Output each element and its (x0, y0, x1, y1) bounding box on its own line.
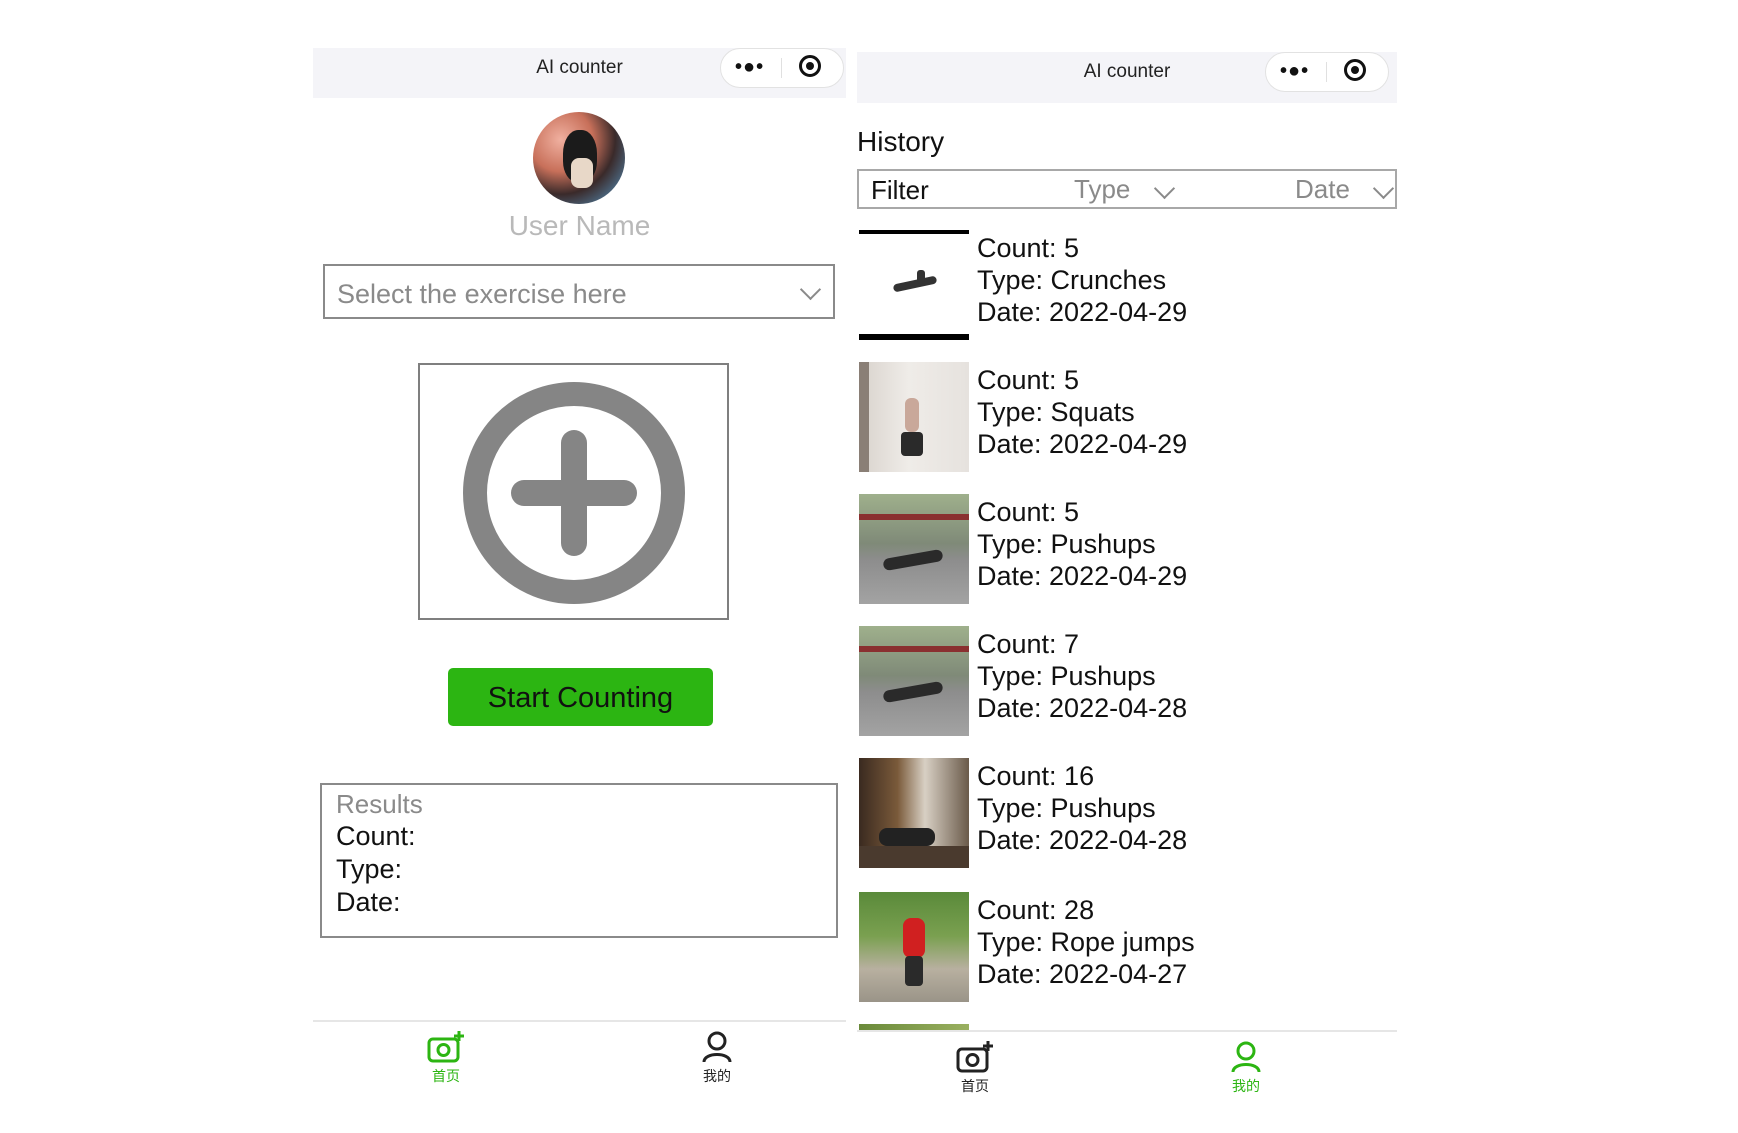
history-count: Count: 7 (977, 629, 1080, 659)
video-thumbnail[interactable] (859, 230, 969, 340)
user-icon (1231, 1041, 1261, 1073)
user-name: User Name (508, 210, 651, 241)
history-type: Type: Pushups (977, 661, 1156, 691)
video-thumbnail[interactable] (859, 758, 969, 868)
video-thumbnail[interactable] (859, 494, 969, 604)
mini-program-capsule: •●• (1265, 52, 1389, 92)
history-type: Type: Pushups (977, 793, 1156, 823)
avatar[interactable] (533, 112, 625, 204)
more-dots-icon[interactable]: •●• (1280, 61, 1309, 81)
nav-bar: AI counter •●• (313, 48, 846, 98)
video-thumbnail[interactable] (859, 892, 969, 1002)
nav-bar: AI counter •●• (857, 52, 1397, 103)
filter-type-dropdown[interactable]: Type (1074, 174, 1130, 205)
history-date: Date: 2022-04-29 (977, 561, 1188, 591)
chevron-down-icon (1153, 177, 1176, 200)
history-type: Type: Rope jumps (977, 927, 1195, 957)
mini-program-capsule: •●• (720, 48, 844, 88)
tab-home[interactable]: 首页 (935, 1040, 1015, 1096)
history-item[interactable]: Count: 16 Type: Pushups Date: 2022-04-28 (859, 758, 1395, 868)
tab-mine-label: 我的 (1232, 1078, 1260, 1094)
upload-video-box[interactable] (418, 363, 729, 620)
exercise-select-placeholder: Select the exercise here (337, 279, 627, 309)
history-count: Count: 5 (977, 365, 1080, 395)
target-circle-icon[interactable] (1344, 59, 1366, 81)
target-circle-icon[interactable] (799, 55, 821, 77)
history-item[interactable]: Count: 5 Type: Crunches Date: 2022-04-29 (859, 230, 1395, 340)
user-icon (702, 1031, 732, 1063)
history-count: Count: 16 (977, 761, 1095, 791)
history-title: History (857, 126, 945, 157)
history-count: Count: 5 (977, 233, 1080, 263)
chevron-down-icon (1372, 177, 1395, 200)
video-thumbnail[interactable] (859, 626, 969, 736)
more-dots-icon[interactable]: •●• (735, 57, 764, 77)
camera-plus-icon (956, 1041, 993, 1073)
history-screen: AI counter •●• History Filter Type Date … (857, 52, 1397, 1106)
history-count: Count: 28 (977, 895, 1095, 925)
history-item[interactable]: Count: 5 Type: Pushups Date: 2022-04-29 (859, 494, 1395, 604)
history-date: Date: 2022-04-27 (977, 959, 1188, 989)
result-date: Date: (336, 887, 401, 917)
history-count: Count: 5 (977, 497, 1080, 527)
filter-label: Filter (871, 175, 929, 205)
tab-bar: 首页 我的 (313, 1020, 846, 1106)
history-date: Date: 2022-04-28 (977, 825, 1188, 855)
tab-mine-label: 我的 (703, 1068, 731, 1084)
history-type: Type: Squats (977, 397, 1135, 427)
results-box: Results Count: Type: Date: (320, 783, 838, 938)
tab-mine[interactable]: 我的 (677, 1030, 757, 1086)
video-thumbnail[interactable] (859, 362, 969, 472)
camera-plus-icon (427, 1031, 464, 1063)
home-screen: AI counter •●• User Name Select the exer… (313, 48, 846, 1106)
history-item[interactable]: Count: 7 Type: Pushups Date: 2022-04-28 (859, 626, 1395, 736)
history-item[interactable]: Count: 28 Type: Rope jumps Date: 2022-04… (859, 892, 1395, 1002)
tab-home[interactable]: 首页 (406, 1030, 486, 1086)
history-date: Date: 2022-04-29 (977, 297, 1188, 327)
filter-date-dropdown[interactable]: Date (1295, 174, 1350, 205)
history-item[interactable]: Count: 5 Type: Squats Date: 2022-04-29 (859, 362, 1395, 472)
history-type: Type: Pushups (977, 529, 1156, 559)
results-title: Results (336, 789, 423, 819)
chevron-down-icon (799, 278, 822, 301)
start-counting-button[interactable]: Start Counting (448, 668, 713, 726)
filter-bar: Filter Type Date (857, 169, 1397, 209)
tab-home-label: 首页 (961, 1078, 989, 1094)
tab-home-label: 首页 (432, 1068, 460, 1084)
exercise-select[interactable]: Select the exercise here (323, 264, 835, 319)
history-date: Date: 2022-04-29 (977, 429, 1188, 459)
plus-circle-icon (463, 382, 685, 604)
history-type: Type: Crunches (977, 265, 1167, 295)
tab-mine[interactable]: 我的 (1206, 1040, 1286, 1096)
history-date: Date: 2022-04-28 (977, 693, 1188, 723)
tab-bar: 首页 我的 (857, 1030, 1397, 1106)
result-count: Count: (336, 821, 416, 851)
result-type: Type: (336, 854, 403, 884)
